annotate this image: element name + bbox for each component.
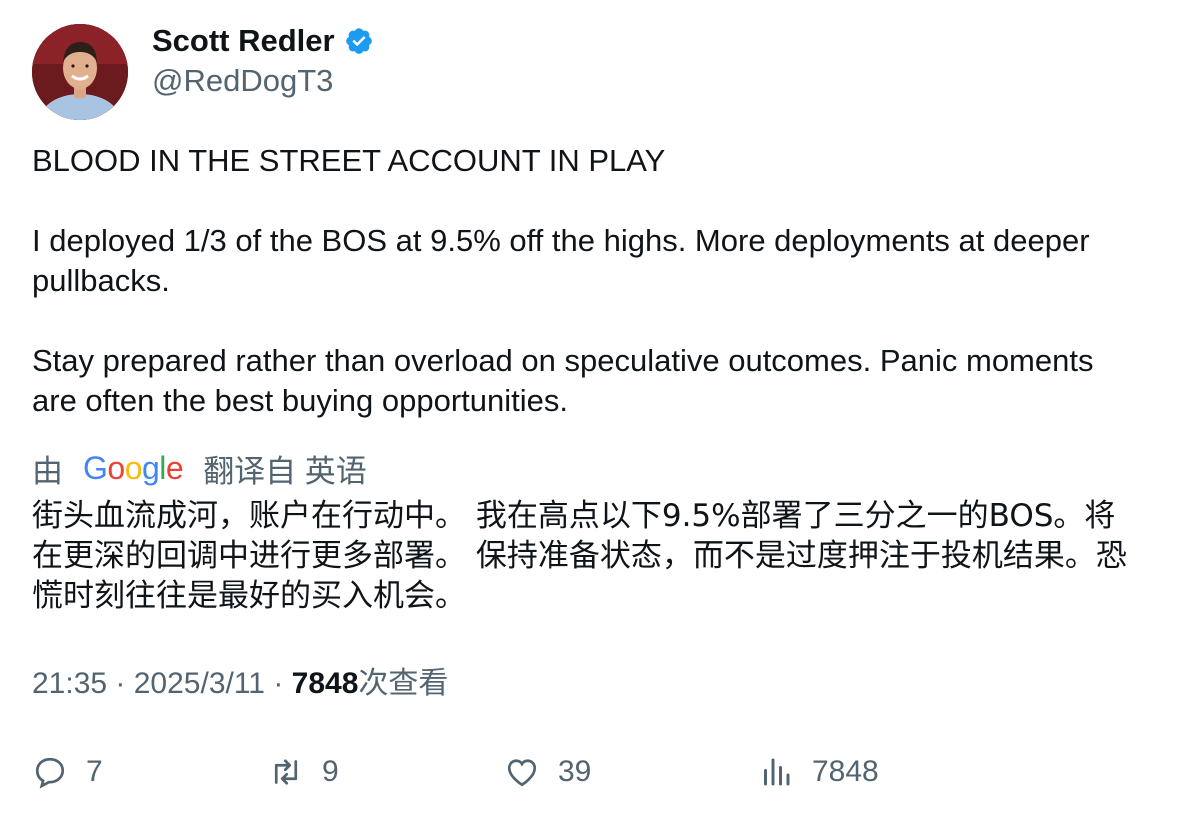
tweet-meta: 21:35 · 2025/3/11 · 7848次查看: [32, 664, 448, 704]
views-label: 次查看: [358, 667, 449, 700]
google-logo-letter: g: [141, 449, 160, 486]
retweet-button[interactable]: 9: [268, 752, 339, 792]
google-logo-letter: G: [83, 449, 108, 486]
translation-attribution: 由 Google 翻译自 英语: [32, 446, 367, 490]
avatar[interactable]: [32, 24, 128, 120]
google-logo-letter: l: [159, 449, 166, 486]
meta-separator: ·: [107, 667, 134, 700]
author-name[interactable]: Scott Redler: [152, 22, 335, 60]
google-logo-letter: e: [165, 449, 184, 486]
tweet-text-line: I deployed 1/3 of the BOS at 9.5% off th…: [32, 223, 1090, 258]
google-logo-letter: o: [107, 449, 125, 486]
analytics-icon: [764, 758, 790, 786]
tweet-text-line: are often the best buying opportunities.: [32, 383, 568, 418]
tweet-text-line: BLOOD IN THE STREET ACCOUNT IN PLAY: [32, 143, 666, 178]
reply-count: 7: [86, 755, 103, 788]
views-count: 7848: [291, 667, 359, 700]
author-handle[interactable]: @RedDogT3: [152, 62, 333, 100]
like-count: 39: [558, 755, 592, 788]
translated-text-line: 慌时刻往往是最好的买入机会。: [32, 578, 466, 614]
translation-suffix: 翻译自 英语: [203, 453, 367, 489]
tweet-text-line: pullbacks.: [32, 263, 170, 298]
meta-separator: ·: [265, 667, 292, 700]
like-button[interactable]: 39: [504, 752, 591, 792]
retweet-icon: [274, 759, 298, 785]
retweet-count: 9: [322, 755, 339, 788]
google-logo: Google: [83, 449, 184, 487]
tweet-text-line: Stay prepared rather than overload on sp…: [32, 343, 1094, 378]
tweet-time[interactable]: 21:35: [32, 667, 107, 700]
views-button[interactable]: 7848: [758, 752, 879, 792]
tweet-date[interactable]: 2025/3/11: [134, 667, 265, 700]
translated-text-line: 在更深的回调中进行更多部署。 保持准备状态，而不是过度押注于投机结果。恐: [32, 538, 1127, 574]
views-action-count: 7848: [812, 755, 879, 788]
heart-icon: [507, 759, 537, 787]
reply-icon: [35, 757, 65, 789]
translated-text-line: 街头血流成河，账户在行动中。 我在高点以下9.5%部署了三分之一的BOS。将: [32, 498, 1116, 534]
author-name-row[interactable]: Scott Redler: [152, 22, 374, 60]
google-logo-letter: o: [124, 449, 143, 486]
translation-prefix: 由: [32, 453, 63, 489]
verified-badge-icon: [344, 26, 374, 56]
reply-button[interactable]: 7: [32, 752, 103, 792]
